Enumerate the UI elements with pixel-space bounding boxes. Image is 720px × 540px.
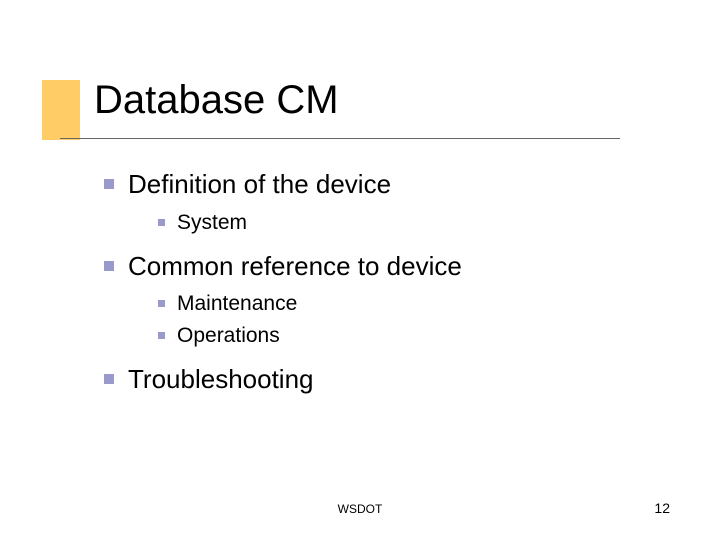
title-underline <box>60 138 620 139</box>
footer-org: WSDOT <box>0 502 720 516</box>
title-accent <box>42 80 80 140</box>
list-subitem-label: Operations <box>177 322 280 349</box>
square-bullet-icon <box>104 261 114 271</box>
square-bullet-icon <box>158 332 165 339</box>
list-subitem-label: System <box>177 209 247 236</box>
list-subitem: Maintenance <box>158 290 644 317</box>
list-item: Troubleshooting <box>104 363 644 396</box>
square-bullet-icon <box>158 300 165 307</box>
list-subitem: System <box>158 209 644 236</box>
list-item-label: Troubleshooting <box>128 363 314 396</box>
list-item: Definition of the device System <box>104 168 644 236</box>
square-bullet-icon <box>158 219 165 226</box>
list-item: Common reference to device Maintenance O… <box>104 250 644 349</box>
square-bullet-icon <box>104 179 114 189</box>
list-subitem-label: Maintenance <box>177 290 297 317</box>
slide-body: Definition of the device System Common r… <box>104 168 644 401</box>
page-number: 12 <box>654 500 670 516</box>
slide-title: Database CM <box>94 78 339 123</box>
square-bullet-icon <box>104 374 114 384</box>
list-subitem: Operations <box>158 322 644 349</box>
list-item-label: Definition of the device <box>128 168 391 201</box>
list-item-label: Common reference to device <box>128 250 462 283</box>
